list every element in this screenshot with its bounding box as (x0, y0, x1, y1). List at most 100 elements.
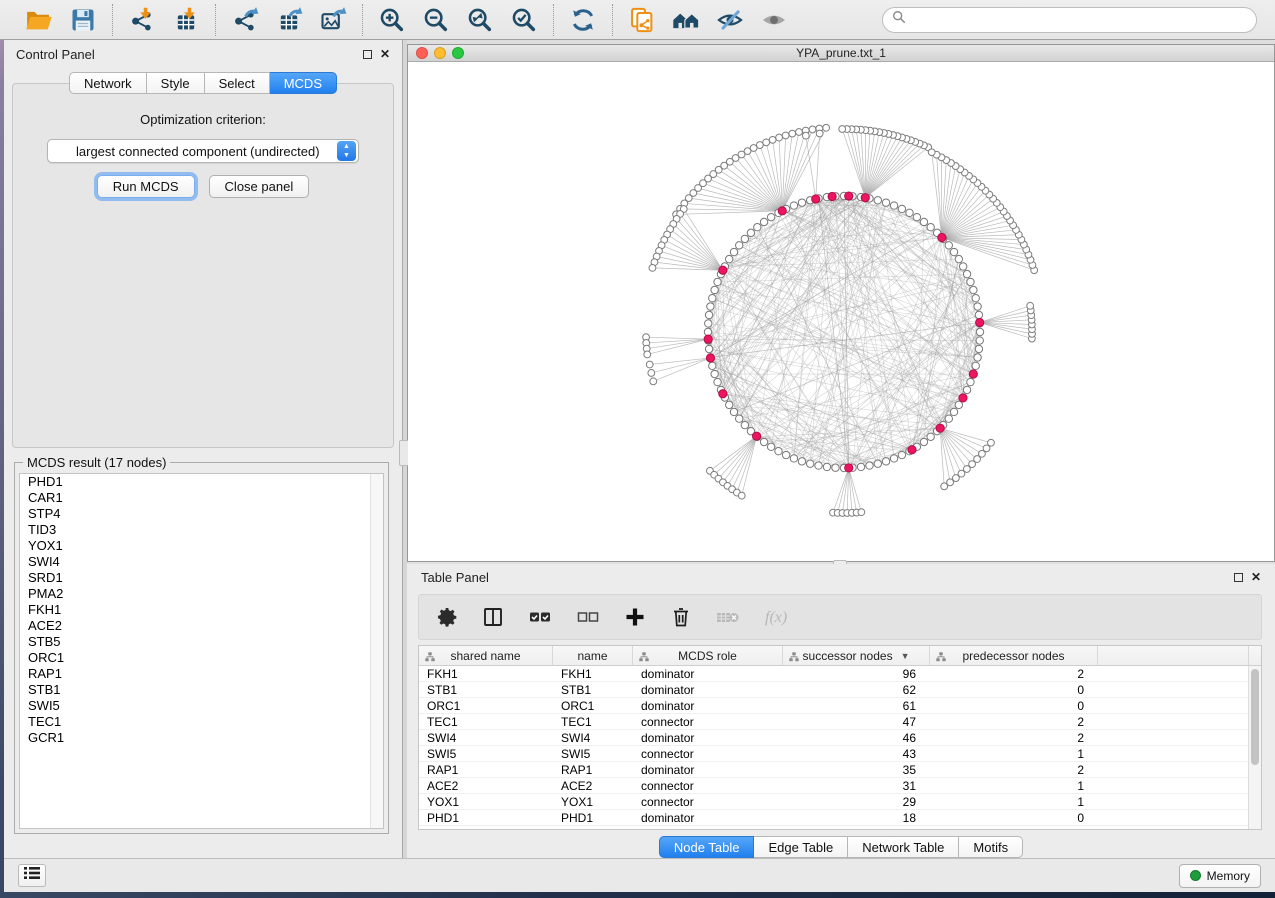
table-cell: 96 (783, 666, 930, 681)
column-header-predecessor-nodes[interactable]: predecessor nodes (930, 646, 1098, 665)
mcds-list-scrollbar[interactable] (370, 474, 383, 828)
run-mcds-button[interactable]: Run MCDS (97, 175, 195, 198)
column-header-name[interactable]: name (553, 646, 633, 665)
table-cell: ACE2 (553, 778, 633, 793)
criterion-select[interactable]: largest connected component (undirected)… (47, 139, 359, 163)
search-input[interactable] (912, 13, 1247, 27)
table-row[interactable]: FKH1FKH1dominator962 (419, 666, 1261, 682)
export-image-icon[interactable] (316, 4, 350, 36)
zoom-in-icon[interactable] (375, 4, 409, 36)
search-box[interactable] (882, 7, 1257, 33)
table-row[interactable]: RAP1RAP1dominator352 (419, 762, 1261, 778)
mcds-result-item[interactable]: ACE2 (20, 618, 383, 634)
mcds-result-item[interactable]: GCR1 (20, 730, 383, 746)
network-window-titlebar[interactable]: YPA_prune.txt_1 (408, 45, 1274, 62)
column-grip-icon (789, 651, 799, 665)
close-panel-icon[interactable]: ✕ (380, 50, 390, 59)
table-row[interactable]: SWI4SWI4dominator462 (419, 730, 1261, 746)
zoom-selected-icon[interactable] (507, 4, 541, 36)
table-row[interactable]: YOX1YOX1connector291 (419, 794, 1261, 810)
memory-button[interactable]: Memory (1179, 864, 1261, 888)
new-network-from-selection-icon[interactable] (625, 4, 659, 36)
close-table-panel-icon[interactable]: ✕ (1251, 573, 1261, 582)
table-row[interactable]: TEC1TEC1connector472 (419, 714, 1261, 730)
table-row[interactable]: STB1STB1dominator620 (419, 682, 1261, 698)
zoom-fit-icon[interactable] (463, 4, 497, 36)
tab-style[interactable]: Style (147, 72, 205, 94)
show-panels-list-button[interactable] (18, 864, 46, 887)
tab-network[interactable]: Network (69, 72, 147, 94)
mcds-result-item[interactable]: STB1 (20, 682, 383, 698)
mcds-result-item[interactable]: CAR1 (20, 490, 383, 506)
table-scrollbar[interactable] (1248, 666, 1261, 829)
zoom-out-icon[interactable] (419, 4, 453, 36)
column-header-MCDS-role[interactable]: MCDS role (633, 646, 783, 665)
delete-column-icon[interactable] (669, 602, 693, 632)
column-grip-icon (936, 651, 946, 665)
sort-desc-icon: ▼ (901, 651, 910, 661)
tab-edge-table[interactable]: Edge Table (754, 836, 848, 858)
table-cell (1098, 778, 1249, 793)
mcds-result-item[interactable]: SWI4 (20, 554, 383, 570)
float-panel-icon[interactable] (363, 50, 372, 59)
tab-mcds[interactable]: MCDS (270, 72, 337, 94)
mcds-result-item[interactable]: SRD1 (20, 570, 383, 586)
tab-network-table[interactable]: Network Table (848, 836, 959, 858)
save-session-icon[interactable] (66, 4, 100, 36)
mcds-result-item[interactable]: RAP1 (20, 666, 383, 682)
tab-node-table[interactable]: Node Table (659, 836, 755, 858)
table-cell (1098, 762, 1249, 777)
table-scrollbar-thumb[interactable] (1251, 669, 1259, 765)
mcds-result-list[interactable]: PHD1CAR1STP4TID3YOX1SWI4SRD1PMA2FKH1ACE2… (19, 473, 384, 829)
tab-motifs[interactable]: Motifs (959, 836, 1023, 858)
open-file-icon[interactable] (22, 4, 56, 36)
control-panel-title: Control Panel (16, 47, 95, 62)
table-cell: dominator (633, 730, 783, 745)
network-canvas[interactable] (408, 62, 1274, 561)
mcds-result-item[interactable]: PHD1 (20, 474, 383, 490)
table-row[interactable]: PHD1PHD1dominator180 (419, 810, 1261, 826)
table-cell: FKH1 (553, 666, 633, 681)
app-window: Control Panel ✕ NetworkStyleSelectMCDS O… (0, 0, 1275, 892)
mcds-result-item[interactable]: TEC1 (20, 714, 383, 730)
column-header-successor-nodes[interactable]: successor nodes▼ (783, 646, 930, 665)
mcds-result-item[interactable]: STB5 (20, 634, 383, 650)
deselect-all-columns-icon[interactable] (575, 602, 601, 632)
mcds-result-item[interactable]: STP4 (20, 506, 383, 522)
optimization-criterion-label: Optimization criterion: (13, 112, 393, 127)
mcds-result-item[interactable]: ORC1 (20, 650, 383, 666)
hide-selected-icon[interactable] (713, 4, 747, 36)
mcds-result-item[interactable]: TID3 (20, 522, 383, 538)
table-row[interactable]: ACE2ACE2connector311 (419, 778, 1261, 794)
table-cell: 0 (930, 698, 1098, 713)
select-all-columns-icon[interactable] (527, 602, 553, 632)
export-network-icon[interactable] (228, 4, 262, 36)
mcds-result-item[interactable]: SWI5 (20, 698, 383, 714)
main-toolbar (0, 0, 1275, 40)
import-network-icon[interactable] (125, 4, 159, 36)
first-neighbors-icon[interactable] (669, 4, 703, 36)
close-panel-button[interactable]: Close panel (209, 175, 310, 198)
search-icon (892, 10, 906, 29)
mcds-result-group: MCDS result (17 nodes) PHD1CAR1STP4TID3Y… (14, 462, 389, 834)
mcds-result-item[interactable]: YOX1 (20, 538, 383, 554)
mcds-tab-content: Optimization criterion: largest connecte… (12, 83, 394, 448)
import-table-icon[interactable] (169, 4, 203, 36)
table-settings-icon[interactable] (435, 602, 459, 632)
table-cell: connector (633, 778, 783, 793)
table-row[interactable]: SWI5SWI5connector431 (419, 746, 1261, 762)
table-panel: Table Panel ✕ f(x) shared namenameMCDS r… (407, 564, 1275, 858)
mcds-result-item[interactable]: FKH1 (20, 602, 383, 618)
float-table-panel-icon[interactable] (1234, 573, 1243, 582)
table-row[interactable]: ORC1ORC1dominator610 (419, 698, 1261, 714)
tab-select[interactable]: Select (205, 72, 270, 94)
svg-text:f(x): f(x) (765, 609, 787, 626)
create-column-icon[interactable] (623, 602, 647, 632)
show-hidden-icon[interactable] (757, 4, 791, 36)
column-header-shared-name[interactable]: shared name (419, 646, 553, 665)
apply-layout-icon[interactable] (566, 4, 600, 36)
table-cell: ORC1 (419, 698, 553, 713)
table-mode-icon[interactable] (481, 602, 505, 632)
mcds-result-item[interactable]: PMA2 (20, 586, 383, 602)
export-table-icon[interactable] (272, 4, 306, 36)
